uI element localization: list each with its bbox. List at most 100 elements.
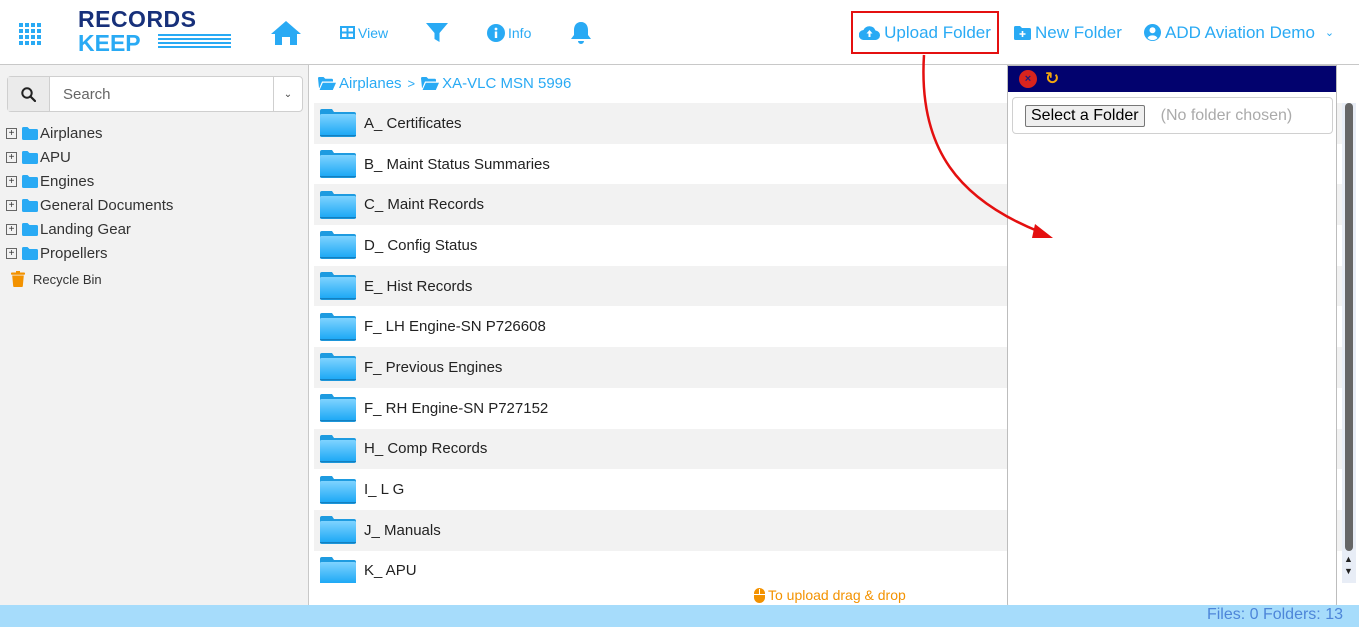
folder-name: B_ Maint Status Summaries xyxy=(364,155,550,173)
folder-tree: + Airplanes + APU + Engines + General Do… xyxy=(6,121,173,293)
folder-name: J_ Manuals xyxy=(364,521,441,539)
folder-icon xyxy=(22,126,38,140)
scroll-down-arrow[interactable]: ▼ xyxy=(1344,567,1353,576)
new-folder-label: New Folder xyxy=(1035,22,1122,42)
apps-grid-icon[interactable] xyxy=(19,23,41,45)
folder-name: F_ LH Engine-SN P726608 xyxy=(364,318,546,336)
logo-line2: KEEP xyxy=(78,30,141,56)
tree-item-apu[interactable]: + APU xyxy=(6,145,173,169)
drag-drop-hint: To upload drag & drop xyxy=(754,587,906,603)
tree-item-propellers[interactable]: + Propellers xyxy=(6,241,173,265)
breadcrumb: Airplanes > XA-VLC MSN 5996 xyxy=(318,73,571,93)
view-label: View xyxy=(358,24,389,41)
tree-item-label: Propellers xyxy=(40,244,108,262)
notifications-button[interactable] xyxy=(570,0,592,65)
trash-icon xyxy=(11,271,25,287)
folder-icon xyxy=(320,312,356,341)
chevron-down-icon: ⌄ xyxy=(1324,27,1335,39)
folder-icon xyxy=(320,150,356,179)
folder-icon xyxy=(320,434,356,463)
mouse-icon xyxy=(754,587,765,603)
folder-icon xyxy=(22,246,38,260)
search-dropdown-toggle[interactable]: ⌄ xyxy=(273,77,302,111)
folder-open-icon xyxy=(421,76,440,90)
folder-name: D_ Config Status xyxy=(364,236,478,254)
folder-open-icon xyxy=(318,76,336,90)
no-folder-chosen-text: (No folder chosen) xyxy=(1160,106,1293,124)
table-grid-icon xyxy=(340,26,355,39)
folder-icon xyxy=(22,150,38,164)
tree-item-landing-gear[interactable]: + Landing Gear xyxy=(6,217,173,241)
expand-icon[interactable]: + xyxy=(6,199,17,211)
home-icon xyxy=(271,20,301,45)
expand-icon[interactable]: + xyxy=(6,175,17,187)
search-icon xyxy=(21,86,36,102)
folder-icon xyxy=(320,353,356,382)
folder-list-scrollbar[interactable]: ▲ ▼ xyxy=(1342,103,1356,583)
tree-item-label: Airplanes xyxy=(40,124,103,142)
cloud-upload-icon xyxy=(859,26,881,40)
select-folder-button[interactable]: Select a Folder xyxy=(1025,104,1145,127)
folder-name: E_ Hist Records xyxy=(364,277,473,295)
tree-item-general-documents[interactable]: + General Documents xyxy=(6,193,173,217)
home-button[interactable] xyxy=(270,0,302,65)
search-input[interactable] xyxy=(50,77,273,111)
logo-stripes xyxy=(158,34,231,52)
info-button[interactable]: Info xyxy=(487,0,531,65)
user-menu-button[interactable]: ADD Aviation Demo ⌄ xyxy=(1144,0,1334,65)
tree-item-engines[interactable]: + Engines xyxy=(6,169,173,193)
upload-folder-panel: × ↻ Select a Folder (No folder chosen) xyxy=(1007,65,1337,608)
filter-icon xyxy=(426,22,448,42)
upload-folder-label: Upload Folder xyxy=(884,22,991,42)
folder-picker: Select a Folder (No folder chosen) xyxy=(1012,97,1333,134)
folder-plus-icon xyxy=(1014,25,1031,40)
recycle-bin-label: Recycle Bin xyxy=(33,271,102,287)
filter-button[interactable] xyxy=(426,0,448,65)
folder-name: H_ Comp Records xyxy=(364,440,488,458)
scroll-up-arrow[interactable]: ▲ xyxy=(1344,555,1353,564)
folder-icon xyxy=(320,190,356,219)
folder-icon xyxy=(320,109,356,138)
scrollbar-thumb[interactable] xyxy=(1345,103,1353,551)
breadcrumb-item[interactable]: Airplanes xyxy=(339,75,402,92)
records-keep-logo[interactable]: RECORDS KEEP xyxy=(78,6,234,56)
new-folder-button[interactable]: New Folder xyxy=(1014,0,1122,65)
recycle-bin[interactable]: Recycle Bin xyxy=(11,265,173,293)
tree-item-label: Landing Gear xyxy=(40,220,131,238)
folder-name: K_ APU xyxy=(364,562,417,580)
expand-icon[interactable]: + xyxy=(6,223,17,235)
close-icon[interactable]: × xyxy=(1019,70,1037,88)
upload-folder-button[interactable]: Upload Folder xyxy=(851,11,999,54)
expand-icon[interactable]: + xyxy=(6,247,17,259)
app-header: RECORDS KEEP View Info Upload Folder New… xyxy=(0,0,1359,65)
tree-item-label: Engines xyxy=(40,172,95,190)
expand-icon[interactable]: + xyxy=(6,151,17,163)
folder-name: C_ Maint Records xyxy=(364,196,485,214)
folder-icon xyxy=(320,394,356,423)
user-name: ADD Aviation Demo xyxy=(1165,22,1315,42)
folder-icon xyxy=(22,198,38,212)
folder-name: A_ Certificates xyxy=(364,114,462,132)
info-icon xyxy=(487,23,505,42)
bell-icon xyxy=(571,21,591,44)
tree-item-label: APU xyxy=(40,148,71,166)
folder-icon xyxy=(320,231,356,260)
logo-line1: RECORDS xyxy=(78,6,197,32)
search-button[interactable] xyxy=(8,77,50,111)
refresh-icon[interactable]: ↻ xyxy=(1045,70,1059,88)
tree-item-label: General Documents xyxy=(40,196,174,214)
breadcrumb-item[interactable]: XA-VLC MSN 5996 xyxy=(442,75,571,92)
upload-panel-toolbar: × ↻ xyxy=(1008,66,1336,92)
folder-icon xyxy=(320,516,356,545)
sidebar: ⌄ + Airplanes + APU + Engines + General … xyxy=(0,65,309,605)
search-box: ⌄ xyxy=(7,76,303,112)
folder-name: F_ RH Engine-SN P727152 xyxy=(364,399,549,417)
folder-icon xyxy=(320,272,356,301)
user-circle-icon xyxy=(1144,24,1161,41)
expand-icon[interactable]: + xyxy=(6,127,17,139)
view-button[interactable]: View xyxy=(340,0,388,65)
tree-item-airplanes[interactable]: + Airplanes xyxy=(6,121,173,145)
folder-icon xyxy=(22,222,38,236)
breadcrumb-separator: > xyxy=(407,75,416,91)
folder-name: F_ Previous Engines xyxy=(364,358,503,376)
